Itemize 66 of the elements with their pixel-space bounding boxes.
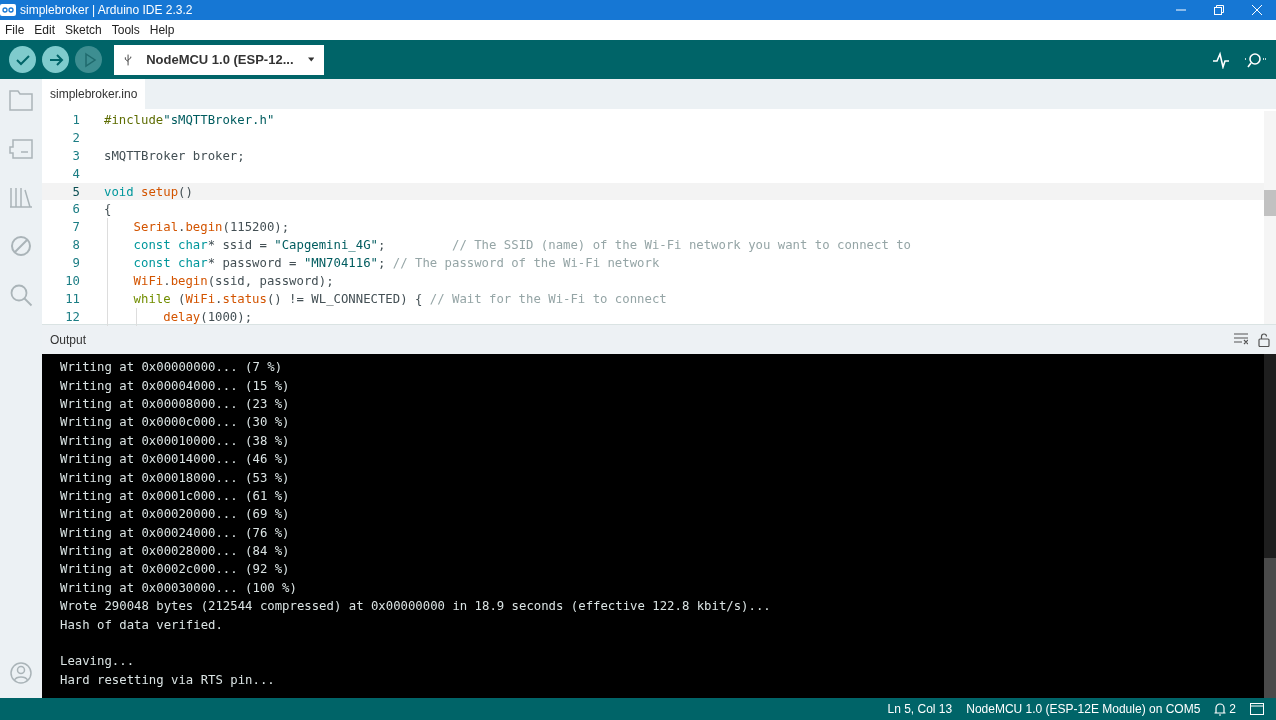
line-number: 11 [64,291,80,306]
cursor-position[interactable]: Ln 5, Col 13 [887,702,953,716]
scrollbar-thumb[interactable] [1264,558,1276,698]
line-number: 9 [71,256,80,271]
output-line: Writing at 0x00020000... (69 %) [60,507,290,522]
output-line: Writing at 0x00000000... (7 %) [60,360,283,375]
line-number: 8 [71,238,80,253]
output-line: Writing at 0x0000c000... (30 %) [60,415,290,430]
output-line: Writing at 0x00014000... (46 %) [60,452,290,467]
window-title: simplebroker | Arduino IDE 2.3.2 [20,3,193,17]
panel-toggle-icon[interactable] [1250,703,1264,715]
file-tab[interactable]: simplebroker.ino [42,79,146,109]
menu-item[interactable]: Edit [29,23,61,37]
board-selector[interactable]: NodeMCU 1.0 (ESP-12... [114,44,324,75]
output-line: Writing at 0x00030000... (100 %) [60,580,297,595]
menu-item[interactable]: Tools [106,23,145,37]
output-line: Writing at 0x0001c000... (61 %) [60,488,290,503]
output-line: Writing at 0x00008000... (23 %) [60,396,290,411]
line-number: 6 [71,202,80,217]
menu-item[interactable]: File [0,23,30,37]
code-line: WiFi.begin(ssid, password); [132,273,334,288]
usb-icon [124,52,133,67]
line-number: 5 [71,184,80,199]
unlock-icon[interactable] [1258,332,1270,347]
board-status[interactable]: NodeMCU 1.0 (ESP-12E Module) on COM5 [966,702,1201,716]
code-line: const char* password = "MN704116"; // The password of the Wi-Fi network [132,256,660,271]
output-line: Writing at 0x00004000... (15 %) [60,378,290,393]
code-line: delay(1000); [162,309,253,324]
line-number: 4 [71,166,80,181]
line-number: 2 [71,130,80,145]
output-line: Writing at 0x0002c000... (92 %) [60,562,290,577]
code-line: Serial.begin(115200); [132,220,290,235]
line-number: 7 [71,220,80,235]
verify-button[interactable] [9,46,36,73]
serial-plotter-icon[interactable] [1212,50,1230,69]
line-number: 1 [71,112,80,127]
code-line: { [104,202,112,217]
output-line: Writing at 0x00028000... (84 %) [60,544,290,559]
code-line: const char* ssid = "Capgemini_4G"; // The SSID (name) of the Wi-Fi network you want to connect to [132,238,911,253]
arrow-right-icon [47,51,64,68]
line-number: 3 [71,148,80,163]
menu-item[interactable]: Help [144,23,180,37]
output-line: Leaving... [60,654,135,669]
output-line: Writing at 0x00018000... (53 %) [60,470,290,485]
output-line: Wrote 290048 bytes (212544 compressed) at 0x00000000 in 18.9 seconds (effective 122.8 kbit/s)... [60,599,771,614]
output-line: Hash of data verified. [60,617,223,632]
output-line: Hard resetting via RTS pin... [60,672,275,687]
output-line: Writing at 0x00010000... (38 %) [60,433,290,448]
line-number: 12 [64,309,80,324]
menu-item[interactable]: Sketch [60,23,107,37]
code-line: while (WiFi.status() != WL_CONNECTED) { // Wait for the Wi-Fi to connect [132,291,667,306]
output-line: Writing at 0x00024000... (76 %) [60,525,290,540]
clear-output-icon[interactable] [1234,332,1248,345]
line-number: 10 [64,273,80,288]
scrollbar-thumb[interactable] [1264,190,1276,216]
code-line: void setup() [104,184,193,199]
notification-count: 2 [1229,702,1236,716]
notification-bell-icon[interactable] [1214,702,1227,716]
serial-monitor-icon[interactable] [1244,50,1266,69]
code-line: #include"sMQTTBroker.h" [104,112,275,127]
close-icon[interactable] [1252,5,1262,15]
upload-button[interactable] [42,46,69,73]
code-line: sMQTTBroker broker; [104,148,245,163]
restore-icon[interactable] [1214,5,1224,15]
output-title: Output [50,332,87,347]
caret-icon [307,57,314,62]
